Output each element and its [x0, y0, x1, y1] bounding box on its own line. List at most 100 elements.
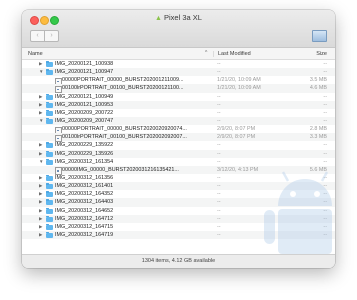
item-size: --: [323, 117, 327, 124]
disclosure-expanded-icon[interactable]: ▼: [39, 158, 43, 166]
file-row[interactable]: 00100lrPORTRAIT_00100_BURST20200121100..…: [22, 84, 335, 94]
item-name: IMG_20200229_135926: [55, 150, 114, 157]
folder-icon: [46, 158, 53, 165]
disclosure-collapsed-icon[interactable]: ▶: [39, 109, 42, 117]
item-size: 2.8 MB: [309, 126, 327, 133]
disclosure-collapsed-icon[interactable]: ▶: [39, 182, 42, 190]
disclosure-collapsed-icon[interactable]: ▶: [39, 150, 42, 158]
folder-icon: [46, 101, 53, 108]
column-last-modified[interactable]: Last Modified: [213, 51, 251, 57]
navigation-buttons: ‹ ›: [30, 30, 59, 42]
folder-row[interactable]: ▶ IMG_20200121_100953 -- --: [22, 100, 335, 109]
folder-row[interactable]: ▼ IMG_20200312_161354 -- --: [22, 158, 335, 166]
forward-button[interactable]: ›: [45, 30, 59, 42]
item-date: --: [217, 93, 221, 100]
file-row[interactable]: 00100lrPORTRAIT_00100_BURST202002092007.…: [22, 133, 335, 143]
disclosure-collapsed-icon[interactable]: ▶: [39, 141, 42, 149]
disclosure-collapsed-icon[interactable]: ▶: [39, 215, 42, 223]
item-size: --: [323, 61, 327, 67]
disclosure-collapsed-icon[interactable]: ▶: [39, 190, 42, 198]
item-date: 2/9/20, 8:07 PM: [217, 126, 256, 133]
disclosure-collapsed-icon[interactable]: ▶: [39, 93, 42, 101]
item-date: --: [217, 207, 221, 214]
folder-icon: [46, 142, 53, 149]
item-name: IMG_20200209_200722: [55, 109, 114, 116]
item-date: --: [217, 109, 221, 116]
disclosure-expanded-icon[interactable]: ▼: [39, 117, 43, 125]
android-icon: ▲: [155, 15, 162, 22]
disclosure-collapsed-icon[interactable]: ▶: [39, 174, 42, 182]
folder-row[interactable]: ▶ IMG_20200229_135926 -- --: [22, 149, 335, 158]
item-size: 3.3 MB: [309, 134, 327, 141]
disclosure-collapsed-icon[interactable]: ▶: [39, 198, 42, 206]
item-name: IMG_20200121_100938: [55, 61, 114, 67]
status-bar: 1304 items, 4.12 GB available: [22, 254, 335, 268]
item-size: 4.6 MB: [309, 85, 327, 92]
item-size: --: [323, 158, 327, 165]
file-row[interactable]: 00000PORTRAIT_00000_BURST2020020920074..…: [22, 125, 335, 135]
item-size: --: [323, 109, 327, 116]
android-watermark-icon: [264, 171, 332, 268]
column-name[interactable]: Name: [28, 51, 43, 57]
item-date: --: [217, 223, 221, 230]
disclosure-collapsed-icon[interactable]: ▶: [39, 60, 42, 68]
folder-icon: [46, 231, 53, 238]
folder-icon: [46, 215, 53, 222]
disclosure-collapsed-icon[interactable]: ▶: [39, 231, 42, 239]
item-date: 2/9/20, 8:07 PM: [217, 134, 256, 141]
folder-row[interactable]: ▶ IMG_20200229_135922 -- --: [22, 141, 335, 149]
item-size: --: [323, 142, 327, 149]
item-size: 3.5 MB: [309, 77, 327, 84]
item-date: --: [217, 150, 221, 157]
folder-icon: [46, 109, 53, 116]
back-button[interactable]: ‹: [30, 30, 45, 42]
item-name: IMG_20200312_161356: [55, 174, 114, 181]
item-size: --: [323, 101, 327, 108]
item-name: IMG_20200312_164652: [55, 207, 114, 214]
window-title-area: ▲ Pixel 3a XL: [22, 13, 335, 22]
item-name: 00100lrPORTRAIT_00100_BURST202002092007.…: [62, 134, 187, 141]
folder-row[interactable]: ▼ IMG_20200209_200747 -- --: [22, 116, 335, 126]
item-name: 00100lrPORTRAIT_00100_BURST20200121100..…: [62, 85, 184, 92]
folder-row[interactable]: ▶ IMG_20200209_200722 -- --: [22, 109, 335, 117]
column-size[interactable]: Size: [316, 51, 327, 57]
item-name: IMG_20200312_164719: [55, 231, 114, 238]
item-size: --: [323, 150, 327, 157]
disclosure-collapsed-icon[interactable]: ▶: [39, 207, 42, 215]
column-header: Name ^ Last Modified Size: [22, 48, 335, 60]
folder-icon: [46, 207, 53, 214]
disclosure-collapsed-icon[interactable]: ▶: [39, 101, 42, 109]
item-date: --: [217, 101, 221, 108]
item-name: IMG_20200209_200747: [55, 117, 114, 124]
item-name: 00000PORTRAIT_00000_BURST2020020920074..…: [62, 126, 187, 133]
item-date: --: [217, 215, 221, 222]
item-date: --: [217, 174, 221, 181]
item-name: IMG_20200312_164712: [55, 215, 114, 222]
folder-icon: [46, 61, 53, 67]
folder-row[interactable]: ▼ IMG_20200121_100947 -- --: [22, 68, 335, 77]
sort-arrow-icon[interactable]: ^: [205, 50, 207, 56]
device-icon[interactable]: [312, 30, 327, 42]
disclosure-expanded-icon[interactable]: ▼: [39, 68, 43, 76]
file-row[interactable]: 00000PORTRAIT_00000_BURST202001211009...…: [22, 76, 335, 86]
title-bar: ▲ Pixel 3a XL ‹ ›: [22, 10, 335, 48]
folder-icon: [46, 117, 53, 124]
item-date: --: [217, 231, 221, 238]
folder-icon: [46, 93, 53, 100]
item-name: IMG_20200312_161401: [55, 183, 114, 190]
folder-icon: [46, 199, 53, 206]
item-name: IMG_20200312_164352: [55, 191, 114, 198]
item-date: 1/21/20, 10:09 AM: [217, 85, 261, 92]
item-date: --: [217, 69, 221, 76]
item-size: --: [323, 69, 327, 76]
item-date: --: [217, 117, 221, 124]
folder-icon: [46, 223, 53, 230]
item-name: IMG_20200121_100949: [55, 93, 114, 100]
folder-row[interactable]: ▶ IMG_20200121_100949 -- --: [22, 93, 335, 101]
item-name: IMG_20200312_164715: [55, 223, 114, 230]
item-name: 00000IMG_00000_BURST2020031216135421...: [62, 166, 179, 173]
disclosure-collapsed-icon[interactable]: ▶: [39, 223, 42, 231]
folder-icon: [46, 174, 53, 181]
folder-icon: [46, 183, 53, 190]
folder-row[interactable]: ▶ IMG_20200121_100938 -- --: [22, 60, 335, 68]
